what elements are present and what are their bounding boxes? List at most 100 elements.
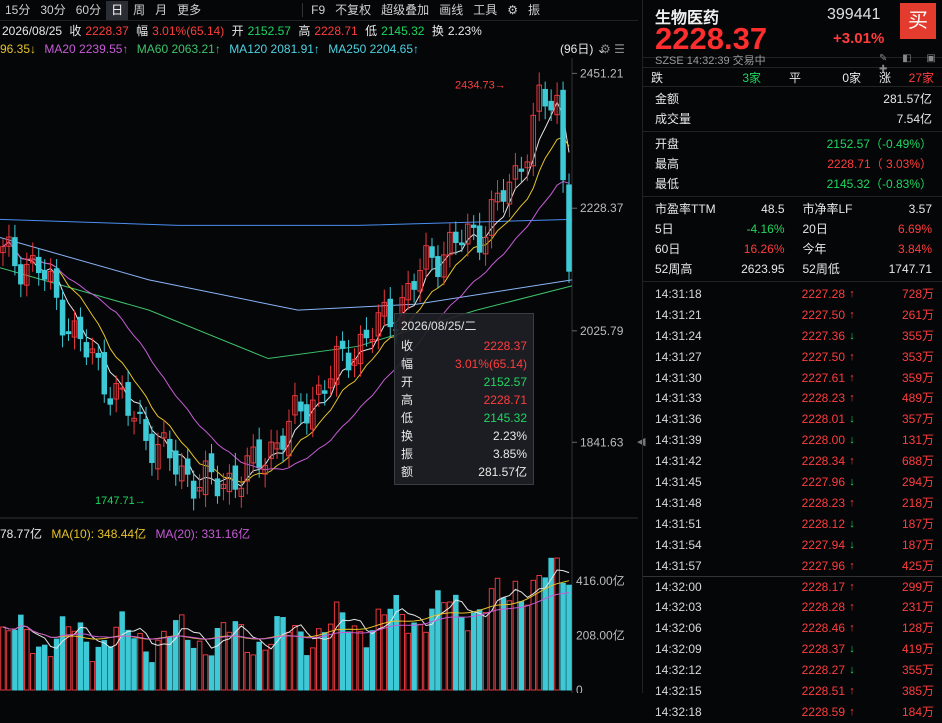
volume-bar <box>375 608 382 691</box>
tab-day[interactable]: 日 <box>106 0 129 20</box>
draw-button[interactable]: 画线 <box>434 1 468 20</box>
candle-body <box>459 242 465 246</box>
arrow-up-icon: ↑ <box>849 601 855 614</box>
tab-week[interactable]: 周 <box>128 1 150 20</box>
volume-bar <box>196 640 203 691</box>
tick-time: 14:32:06 <box>655 621 702 636</box>
tick-price: 2227.50 <box>801 349 845 364</box>
valuation-cell: 60日 16.26% <box>655 239 785 259</box>
valuation-label: 52周低 <box>802 262 840 276</box>
f9-button[interactable]: F9 <box>306 1 330 20</box>
volume-bar <box>95 646 102 691</box>
tick-row: 14:31:21 2227.50 ↑ 261万 <box>643 305 942 326</box>
volume-bar <box>0 626 6 691</box>
tab-more[interactable]: 更多 <box>172 1 206 20</box>
tab-15min[interactable]: 15分 <box>0 1 35 20</box>
tick-volume: 187万 <box>901 537 934 552</box>
candle-body <box>95 352 102 358</box>
volume-bar <box>506 600 513 691</box>
info-date: 2026/08/25 <box>2 24 63 38</box>
candle-body <box>59 299 66 336</box>
ma120-value: MA120 2081.91↑ <box>229 42 320 56</box>
tick-price: 2227.96 <box>801 558 845 573</box>
tick-row: 14:31:27 2227.50 ↑ 353万 <box>643 347 942 368</box>
divider <box>302 3 304 17</box>
tick-price: 2228.51 <box>801 683 845 698</box>
tooltip-value: 281.57亿 <box>478 465 527 479</box>
candle-body <box>298 401 304 412</box>
kline-chart[interactable]: 2451.21 2228.37 2025.79 1841.63 2434.73→ 1747… <box>0 58 638 693</box>
arrow-down-icon: ↓ <box>849 517 855 530</box>
candle-body <box>18 264 24 285</box>
valuation-value: 3.84% <box>897 242 932 256</box>
valuation-cell: 5日 -4.16% <box>655 219 785 239</box>
open-value: 2152.57（-0.49%） <box>826 137 932 151</box>
arrow-down-icon: ↓ <box>849 476 855 489</box>
volume-axis-label: 416.00亿 <box>576 573 625 588</box>
candle-body <box>190 480 197 499</box>
volume-bar <box>351 625 358 691</box>
volume-bar <box>476 609 483 691</box>
valuation-value: -4.16% <box>746 222 785 236</box>
tick-volume: 184万 <box>901 704 934 719</box>
tick-time: 14:32:12 <box>655 663 702 678</box>
arrow-up-icon: ↑ <box>849 496 855 509</box>
candle-body <box>53 268 60 298</box>
adjust-button[interactable]: 不复权 <box>330 1 376 20</box>
tick-price: 2227.36 <box>801 328 845 343</box>
open-row: 开盘 2152.57（-0.49%） <box>643 134 942 154</box>
ma10-value: 96.35↓ <box>0 42 37 56</box>
tooltip-row: 收 2228.37 <box>401 337 527 355</box>
candle-body <box>77 316 84 340</box>
valuation-cell: 今年 3.84% <box>803 239 933 259</box>
tooltip-row: 额 281.57亿 <box>401 463 527 481</box>
info-open: 2152.57 <box>247 24 291 38</box>
settings-small-icon[interactable]: ⚙ ☰ <box>600 40 625 58</box>
tick-price: 2228.28 <box>801 600 845 615</box>
volume-bar <box>292 625 298 691</box>
candle-body <box>256 439 262 468</box>
tick-list[interactable]: 14:31:18 2227.28 ↑ 728万 14:31:21 2227.50 ↑ 261万… <box>643 282 942 723</box>
tooltip-row: 低 2145.32 <box>401 409 527 427</box>
volume-bar <box>149 662 155 691</box>
volume-bar <box>107 646 113 691</box>
volume-bar <box>274 616 280 691</box>
overlay-button[interactable]: 超级叠加 <box>376 1 434 20</box>
ma20-value: MA20 2239.55↑ <box>44 42 129 56</box>
arrow-down-icon: ↓ <box>849 329 855 342</box>
volume-bar <box>6 630 12 691</box>
tick-row: 14:31:51 2228.12 ↓ 187万 <box>643 514 942 535</box>
valuation-block: 市盈率TTM 48.5 市净率LF 3.57 5日 -4.16% 20日 6.69% 60日 16… <box>643 197 942 282</box>
vol-ma10: MA(10): 348.44亿 <box>51 527 147 541</box>
tab-month[interactable]: 月 <box>150 1 172 20</box>
tooltip-value: 2152.57 <box>483 375 527 389</box>
tick-price: 2228.27 <box>801 663 845 678</box>
tick-volume: 294万 <box>901 475 934 490</box>
tick-row: 14:31:57 2227.96 ↑ 425万 <box>643 556 942 577</box>
high-label: 最高 <box>655 157 680 171</box>
candle-body <box>208 453 215 473</box>
volume-bar <box>125 629 131 691</box>
amount-value: 281.57亿 <box>883 92 932 106</box>
down-count: 3家 <box>742 70 761 85</box>
volume-bar <box>119 611 125 691</box>
flat-label: 平 <box>788 70 801 85</box>
candle-body <box>41 270 48 280</box>
settings-icon[interactable]: ⚙ <box>502 1 523 20</box>
vol-ma20: MA(20): 331.16亿 <box>155 527 251 541</box>
valuation-label: 5日 <box>655 222 674 236</box>
volume-bar <box>298 631 304 691</box>
volume-bar <box>155 639 161 691</box>
volume-bar <box>500 597 507 691</box>
panel-icons[interactable]: ✎ ◧ ▣ ✚ <box>879 53 942 75</box>
buy-button[interactable]: 买 <box>900 3 936 39</box>
price-axis-label: 2228.37 <box>580 201 624 215</box>
tick-time: 14:32:18 <box>655 704 702 719</box>
tab-60min[interactable]: 60分 <box>71 1 106 20</box>
tools-button[interactable]: 工具 <box>468 1 502 20</box>
arrow-down-icon: ↓ <box>849 664 855 677</box>
tab-30min[interactable]: 30分 <box>35 1 70 20</box>
kline-panel: 15分 30分 60分 日 周 月 更多 F9 不复权 超级叠加 画线 工具 ⚙… <box>0 0 638 693</box>
tick-price: 2227.96 <box>801 475 845 490</box>
volume-bar <box>464 630 471 691</box>
